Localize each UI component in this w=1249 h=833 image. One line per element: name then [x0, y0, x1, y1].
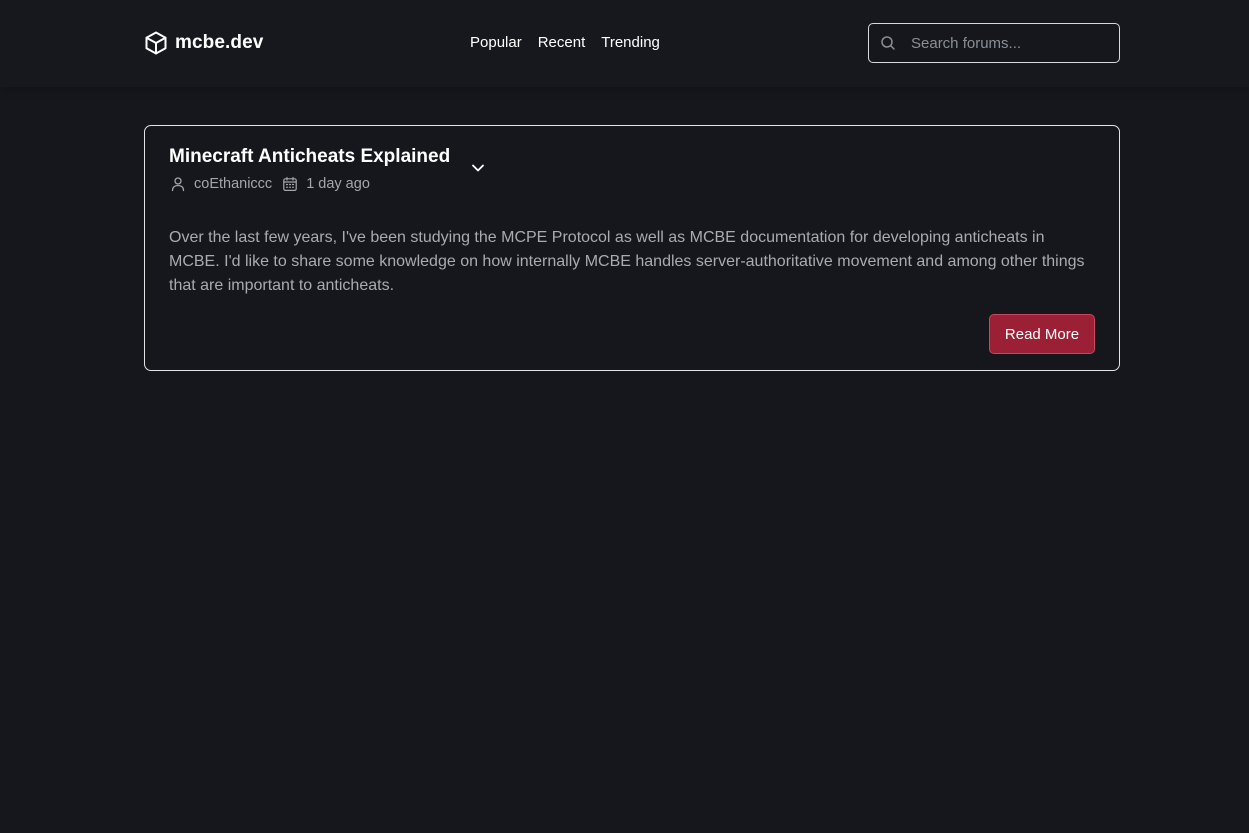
nav-link-recent[interactable]: Recent	[538, 34, 586, 51]
search-input[interactable]	[909, 24, 1109, 62]
post-card: Minecraft Anticheats Explained coEthanic…	[144, 125, 1120, 371]
brand-name: mcbe.dev	[175, 32, 264, 53]
brand-logo-link[interactable]: mcbe.dev	[145, 31, 263, 55]
search-box	[868, 23, 1120, 63]
cube-icon	[145, 31, 167, 55]
site-header: mcbe.dev Popular Recent Trending	[0, 0, 1249, 87]
user-icon	[170, 176, 186, 192]
read-more-button[interactable]: Read More	[989, 314, 1095, 354]
post-title[interactable]: Minecraft Anticheats Explained	[169, 146, 450, 168]
main-nav: Popular Recent Trending	[470, 34, 660, 51]
post-author[interactable]: coEthaniccc	[194, 176, 272, 192]
chevron-down-icon[interactable]	[470, 160, 486, 176]
nav-link-popular[interactable]: Popular	[470, 34, 522, 51]
post-excerpt: Over the last few years, I've been study…	[169, 229, 1085, 294]
calendar-icon	[282, 176, 298, 192]
post-meta: coEthaniccc 1 day ago	[170, 176, 370, 192]
nav-link-trending[interactable]: Trending	[601, 34, 660, 51]
post-date: 1 day ago	[306, 176, 370, 192]
search-icon	[880, 35, 896, 51]
